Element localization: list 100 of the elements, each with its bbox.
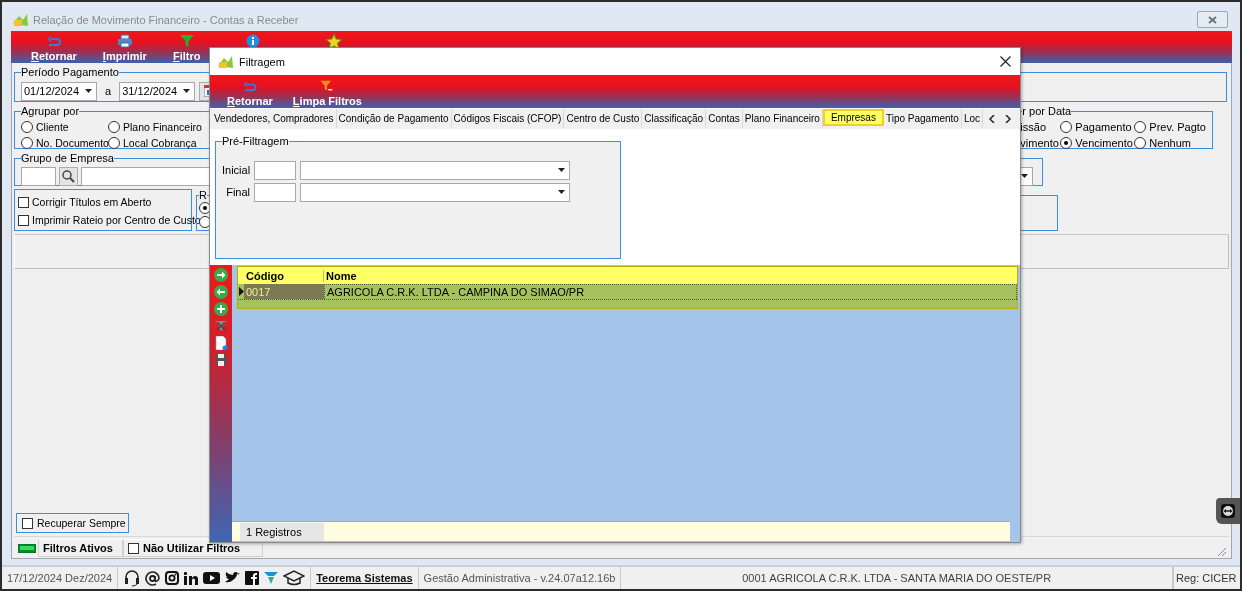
checkbox[interactable] bbox=[18, 196, 29, 208]
radio-button[interactable] bbox=[1134, 120, 1147, 133]
column-header[interactable]: Nome bbox=[324, 269, 1017, 282]
dropdown-arrow-icon[interactable] bbox=[557, 190, 565, 194]
radio-button[interactable] bbox=[1060, 120, 1073, 133]
arrow-left-icon[interactable] bbox=[214, 285, 228, 299]
table-row[interactable]: 0017 AGRICOLA C.R.K. LTDA - CAMPINA DO SIMAO/PR bbox=[238, 284, 1017, 300]
group-title: R bbox=[199, 189, 207, 201]
radio-label: Prev. Pagto bbox=[1149, 120, 1206, 133]
chevron-left-icon[interactable] bbox=[989, 114, 995, 123]
document-icon[interactable] bbox=[214, 336, 228, 350]
tab[interactable]: Códigos Fiscais (CFOP) bbox=[451, 109, 565, 128]
checkbox-label: Corrigir Títulos em Aberto bbox=[32, 196, 152, 208]
dropdown-arrow-icon[interactable] bbox=[84, 89, 92, 93]
dropdown-arrow-icon[interactable] bbox=[182, 89, 190, 93]
star-icon bbox=[326, 34, 343, 49]
date-dropdown[interactable]: 31/12/2024 bbox=[119, 81, 196, 101]
table-cell: AGRICOLA C.R.K. LTDA - CAMPINA DO SIMAO/PR bbox=[324, 284, 1017, 299]
tab[interactable]: Classificação bbox=[642, 109, 707, 128]
checkbox[interactable] bbox=[22, 517, 33, 529]
radio-label: vimento bbox=[1020, 136, 1059, 149]
dialog-title: Filtragem bbox=[239, 55, 285, 68]
arrow-right-icon[interactable] bbox=[214, 268, 228, 282]
radio-label: No. Documento bbox=[36, 136, 109, 149]
close-icon bbox=[999, 56, 1011, 67]
plus-icon[interactable] bbox=[214, 302, 228, 316]
field-label: Inicial bbox=[222, 164, 251, 176]
toolbar-button[interactable]: Filtro bbox=[164, 31, 209, 63]
funnel-minus-icon bbox=[319, 80, 336, 93]
table-cell: 0017 bbox=[244, 284, 324, 299]
dropdown-arrow-icon[interactable] bbox=[557, 168, 565, 172]
window-title: Relação de Movimento Financeiro - Contas a Receber bbox=[33, 13, 299, 26]
radio-label: Local Cobrança bbox=[123, 136, 197, 149]
search-button[interactable] bbox=[59, 166, 78, 186]
radio-button[interactable] bbox=[21, 120, 33, 133]
resize-grip-icon bbox=[1217, 547, 1227, 557]
toolbar-button[interactable]: Retornar bbox=[23, 31, 85, 63]
input-field[interactable] bbox=[21, 166, 56, 186]
radio-button[interactable] bbox=[108, 120, 120, 133]
input-field[interactable] bbox=[254, 160, 297, 180]
group-title: Período Pagamento bbox=[21, 66, 119, 78]
funnel-cross-icon[interactable] bbox=[214, 319, 228, 333]
toolbar-button[interactable]: Retornar bbox=[219, 75, 281, 108]
group-title: r por Data bbox=[1022, 105, 1072, 117]
date-label: 17/12/2024 Dez/2024 bbox=[2, 567, 119, 589]
row-pointer-icon bbox=[238, 287, 244, 296]
tab[interactable]: Vendedores, Compradores bbox=[212, 109, 337, 128]
tab[interactable]: Condição de Pagamento bbox=[336, 109, 452, 128]
user-label: Reg: CICER bbox=[1173, 567, 1240, 589]
radio-label: Plano Financeiro bbox=[123, 120, 202, 133]
side-tab[interactable] bbox=[1216, 498, 1240, 524]
dropdown-arrow-icon[interactable] bbox=[1020, 174, 1028, 178]
instagram-icon[interactable] bbox=[165, 571, 180, 585]
checkbox-label: Recuperar Sempre bbox=[37, 517, 126, 529]
radio-label: Pagamento bbox=[1075, 120, 1132, 133]
funnel-icon bbox=[179, 34, 194, 48]
search-icon bbox=[62, 169, 75, 183]
toolbar-button[interactable]: Imprimir bbox=[94, 31, 155, 63]
radio-button[interactable] bbox=[1134, 136, 1147, 149]
graduation-cap-icon[interactable] bbox=[283, 570, 306, 586]
radio-button[interactable] bbox=[1060, 136, 1073, 149]
link[interactable]: Teorema Sistemas bbox=[311, 572, 418, 584]
field-label: Final bbox=[225, 186, 250, 198]
tab[interactable]: Centro de Custo bbox=[564, 109, 643, 128]
headset-icon[interactable] bbox=[124, 569, 141, 587]
tab[interactable]: Plano Financeiro bbox=[742, 109, 823, 128]
return-arrow-icon bbox=[241, 80, 258, 93]
tab[interactable]: Tipo Pagamento bbox=[883, 109, 962, 128]
return-arrow-icon bbox=[45, 34, 62, 48]
tab[interactable]: Empresas bbox=[822, 109, 884, 126]
printer-icon bbox=[116, 34, 133, 48]
group-title: Pré-Filtragem bbox=[222, 135, 289, 147]
chevron-right-icon[interactable] bbox=[1005, 114, 1011, 123]
bird-icon[interactable] bbox=[225, 572, 241, 584]
tab[interactable]: Loc bbox=[961, 109, 984, 128]
toolbar-button[interactable]: Limpa Filtros bbox=[284, 75, 370, 108]
close-icon bbox=[1208, 15, 1217, 24]
company-label: 0001 AGRICOLA C.R.K. LTDA - SANTA MARIA DO OESTE/PR bbox=[621, 567, 1173, 589]
radio-label: issão bbox=[1020, 120, 1046, 133]
checkbox-label: Não Utilizar Filtros bbox=[143, 542, 241, 554]
group-title: Grupo de Empresa bbox=[21, 152, 114, 164]
radio-label: Vencimento bbox=[1075, 136, 1133, 149]
column-header[interactable]: Código bbox=[244, 269, 324, 282]
at-sign-icon[interactable] bbox=[145, 570, 161, 586]
video-play-icon[interactable] bbox=[203, 572, 221, 584]
input-field[interactable] bbox=[254, 182, 296, 202]
indicator-icon bbox=[18, 544, 36, 553]
app-version-label: Gestão Administrativa - v.24.07a12.16b bbox=[417, 567, 622, 589]
date-separator: a bbox=[104, 85, 113, 97]
radio-label: Cliente bbox=[36, 120, 69, 133]
radio-button[interactable] bbox=[108, 136, 120, 149]
linkedin-icon[interactable] bbox=[184, 571, 199, 585]
app-icon bbox=[12, 12, 29, 27]
checkbox[interactable] bbox=[18, 214, 29, 226]
facebook-icon[interactable] bbox=[245, 571, 260, 585]
date-dropdown[interactable]: 01/12/2024 bbox=[21, 81, 97, 101]
status-label: Filtros Ativos bbox=[38, 539, 123, 557]
tab[interactable]: Contas bbox=[706, 109, 743, 128]
checkbox[interactable] bbox=[128, 542, 139, 554]
radio-button[interactable] bbox=[21, 136, 33, 149]
